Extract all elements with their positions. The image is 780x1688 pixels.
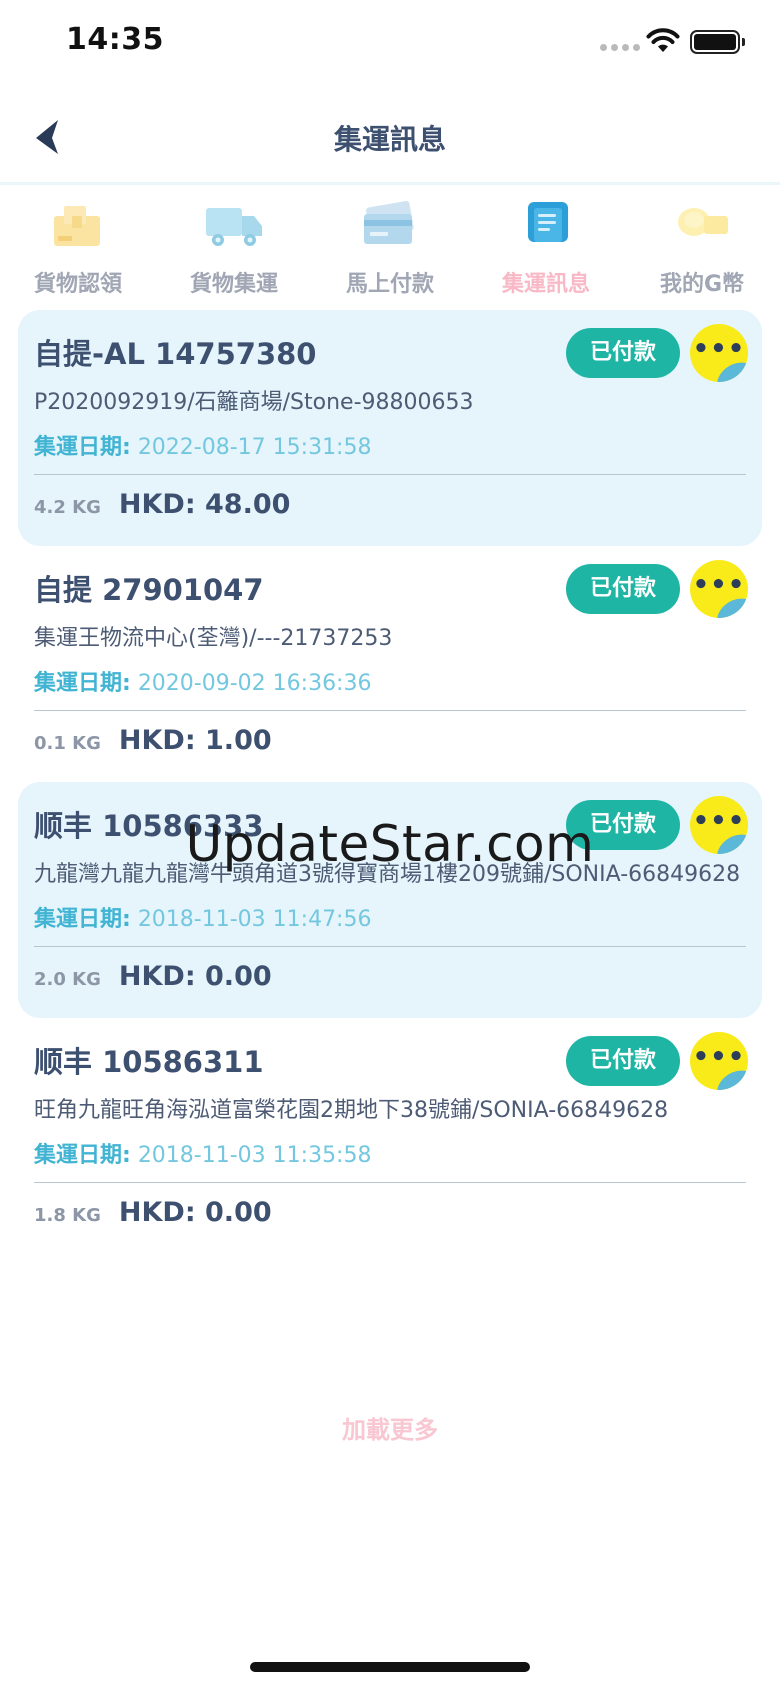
order-card[interactable]: 自提-AL 14757380 已付款 ••• P2020092919/石籬商場/… [18,310,762,546]
page-title: 集運訊息 [333,123,446,156]
order-price: HKD: 0.00 [118,1197,272,1228]
status-badge: 已付款 [566,1036,680,1086]
tab-goods-claim[interactable]: 貨物認領 [0,200,156,305]
watermark-text: UpdateStar.com [185,815,595,873]
credit-card-icon [364,200,414,244]
ellipsis-icon: ••• [692,334,746,364]
order-footer: 4.2 KG HKD: 48.00 [34,489,746,520]
date-value: 2018-11-03 11:35:58 [137,1143,372,1168]
order-date: 集運日期: 2018-11-03 11:35:58 [34,1133,746,1178]
cellular-signal-icon [600,44,640,51]
category-tabs: 貨物認領 貨物集運 馬上付款 集運訊息 我的G幣 [0,200,780,305]
order-price: HKD: 1.00 [118,725,272,756]
tab-goods-consolidation[interactable]: 貨物集運 [156,200,312,305]
tab-label: 我的G幣 [659,272,745,297]
receipt-icon [528,202,568,242]
more-options-button[interactable]: ••• [690,1032,748,1090]
coins-icon [678,208,728,236]
tab-label: 馬上付款 [345,272,434,297]
order-address: P2020092919/石籬商場/Stone-98800653 [34,390,474,415]
order-footer: 2.0 KG HKD: 0.00 [34,961,746,992]
order-weight: 1.8 KG [34,1205,101,1226]
tab-consolidation-info[interactable]: 集運訊息 [468,200,624,305]
divider [34,946,746,947]
date-label: 集運日期: [34,671,131,696]
order-list: 自提-AL 14757380 已付款 ••• P2020092919/石籬商場/… [0,310,780,1254]
status-badge: 已付款 [566,564,680,614]
ellipsis-icon: ••• [692,1042,746,1072]
tab-label: 貨物認領 [33,272,122,297]
date-label: 集運日期: [34,1143,131,1168]
order-footer: 0.1 KG HKD: 1.00 [34,725,746,756]
divider [34,474,746,475]
order-price: HKD: 48.00 [118,489,291,520]
order-address: 旺角九龍旺角海泓道富榮花園2期地下38號鋪/SONIA-66849628 [34,1098,669,1123]
wifi-icon [646,28,680,52]
tab-pay-now[interactable]: 馬上付款 [312,200,468,305]
tab-label: 集運訊息 [501,272,590,297]
date-value: 2022-08-17 15:31:58 [137,435,372,460]
date-label: 集運日期: [34,907,131,932]
order-card[interactable]: 自提 27901047 已付款 ••• 集運王物流中心(荃灣)/---21737… [18,546,762,782]
order-date: 集運日期: 2022-08-17 15:31:58 [34,425,746,470]
order-card[interactable]: 顺丰 10586311 已付款 ••• 旺角九龍旺角海泓道富榮花園2期地下38號… [18,1018,762,1254]
order-date: 集運日期: 2020-09-02 16:36:36 [34,661,746,706]
tab-my-gcoins[interactable]: 我的G幣 [624,200,780,305]
order-weight: 4.2 KG [34,497,101,518]
order-weight: 0.1 KG [34,733,101,754]
status-badge: 已付款 [566,328,680,378]
package-box-icon [54,206,100,246]
order-price: HKD: 0.00 [118,961,272,992]
delivery-truck-icon [206,208,262,246]
more-options-button[interactable]: ••• [690,560,748,618]
order-date: 集運日期: 2018-11-03 11:47:56 [34,897,746,942]
date-value: 2018-11-03 11:47:56 [137,907,372,932]
divider [34,1182,746,1183]
status-bar: 14:35 [0,0,780,90]
navigation-bar: 集運訊息 [0,90,780,185]
status-time: 14:35 [66,22,164,57]
date-label: 集運日期: [34,435,131,460]
more-options-button[interactable]: ••• [690,324,748,382]
battery-icon [690,30,745,54]
tab-label: 貨物集運 [189,272,278,297]
divider [34,710,746,711]
order-weight: 2.0 KG [34,969,101,990]
order-address: 集運王物流中心(荃灣)/---21737253 [34,626,393,651]
order-footer: 1.8 KG HKD: 0.00 [34,1197,746,1228]
home-indicator[interactable] [250,1662,530,1672]
load-more-button[interactable]: 加載更多 [0,1410,780,1445]
date-value: 2020-09-02 16:36:36 [137,671,372,696]
ellipsis-icon: ••• [692,570,746,600]
